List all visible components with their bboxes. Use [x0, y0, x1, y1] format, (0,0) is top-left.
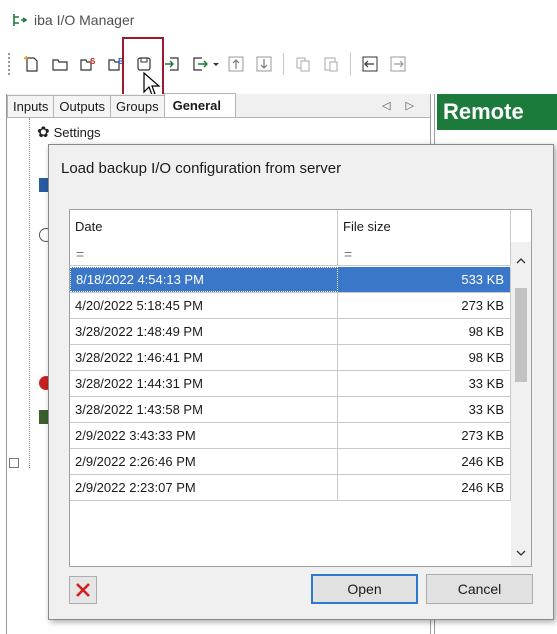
column-header-file-size[interactable]: File size [338, 210, 511, 242]
cell-size: 33 KB [338, 371, 511, 396]
cell-size: 98 KB [338, 345, 511, 370]
export-dropdown-icon[interactable] [212, 52, 220, 76]
toolbar-separator [350, 53, 351, 75]
tab-inputs[interactable]: Inputs [7, 95, 55, 117]
title-bar: iba I/O Manager [0, 0, 557, 40]
cell-size: 246 KB [338, 449, 511, 474]
load-backup-dialog: Load backup I/O configuration from serve… [48, 144, 554, 620]
table-row[interactable]: 4/20/2022 5:18:45 PM 273 KB [70, 293, 511, 319]
scroll-up-icon[interactable] [511, 252, 531, 270]
table-row[interactable]: 2/9/2022 2:23:07 PM 246 KB [70, 475, 511, 501]
open-config-icon[interactable] [48, 52, 72, 76]
table-row[interactable]: 2/9/2022 2:26:46 PM 246 KB [70, 449, 511, 475]
cell-date: 3/28/2022 1:46:41 PM [70, 345, 338, 370]
cell-size: 246 KB [338, 475, 511, 500]
filter-date[interactable]: = [70, 242, 338, 266]
app-icon [13, 14, 28, 26]
table-row[interactable]: 8/18/2022 4:54:13 PM 533 KB [70, 267, 511, 293]
tree-item-settings[interactable]: ✿ Settings [37, 122, 101, 142]
toolbar: S B [0, 44, 557, 84]
column-header-date[interactable]: Date [70, 210, 338, 242]
cell-date: 3/28/2022 1:44:31 PM [70, 371, 338, 396]
delete-backup-button[interactable] [69, 576, 97, 604]
gear-icon: ✿ [37, 124, 50, 141]
tree-expander-icon[interactable] [9, 458, 19, 468]
filter-size[interactable]: = [338, 242, 511, 266]
cell-date: 3/28/2022 1:43:58 PM [70, 397, 338, 422]
tab-general[interactable]: General [163, 93, 237, 117]
scrollbar-thumb[interactable] [515, 288, 527, 382]
cell-size: 33 KB [338, 397, 511, 422]
delete-x-icon [76, 583, 90, 597]
cell-date: 2/9/2022 2:26:46 PM [70, 449, 338, 474]
tab-scroll-arrows[interactable]: ◁ ▷ [382, 99, 420, 112]
cell-size: 273 KB [338, 423, 511, 448]
table-header: Date File size [70, 210, 511, 242]
backup-table: Date File size = = 8/18/2022 4:54:13 PM … [69, 209, 532, 567]
cell-date: 3/28/2022 1:48:49 PM [70, 319, 338, 344]
filter-row: = = [70, 242, 511, 266]
cell-size: 98 KB [338, 319, 511, 344]
toolbar-separator [283, 53, 284, 75]
scroll-down-icon[interactable] [511, 544, 531, 562]
table-row[interactable]: 3/28/2022 1:44:31 PM 33 KB [70, 371, 511, 397]
cancel-button[interactable]: Cancel [426, 574, 533, 604]
cell-date: 2/9/2022 2:23:07 PM [70, 475, 338, 500]
table-row[interactable]: 2/9/2022 3:43:33 PM 273 KB [70, 423, 511, 449]
cell-date: 2/9/2022 3:43:33 PM [70, 423, 338, 448]
svg-text:S: S [90, 57, 96, 66]
window-title: iba I/O Manager [34, 12, 135, 28]
table-row[interactable]: 3/28/2022 1:48:49 PM 98 KB [70, 319, 511, 345]
expand-icon[interactable] [386, 52, 410, 76]
dialog-title: Load backup I/O configuration from serve… [61, 160, 342, 177]
paste-icon[interactable] [319, 52, 343, 76]
open-button[interactable]: Open [311, 574, 418, 604]
table-scrollbar[interactable] [511, 242, 531, 566]
cell-date: 8/18/2022 4:54:13 PM [70, 267, 338, 292]
toolbar-grip[interactable] [8, 53, 12, 75]
cell-date: 4/20/2022 5:18:45 PM [70, 293, 338, 318]
tree-connector [29, 118, 30, 468]
collapse-icon[interactable] [358, 52, 382, 76]
tab-outputs[interactable]: Outputs [53, 95, 111, 117]
cell-size: 273 KB [338, 293, 511, 318]
table-row[interactable]: 3/28/2022 1:46:41 PM 98 KB [70, 345, 511, 371]
load-from-server-icon[interactable]: S [76, 52, 100, 76]
tree-item-label: Settings [53, 124, 101, 140]
copy-icon[interactable] [291, 52, 315, 76]
remote-header: Remote [437, 94, 557, 130]
tab-strip: Inputs Outputs Groups General ◁ ▷ [7, 93, 430, 118]
table-row[interactable]: 3/28/2022 1:43:58 PM 33 KB [70, 397, 511, 423]
table-body: 8/18/2022 4:54:13 PM 533 KB 4/20/2022 5:… [70, 267, 511, 501]
export-icon[interactable] [188, 52, 212, 76]
tab-groups[interactable]: Groups [109, 95, 165, 117]
move-up-icon[interactable] [224, 52, 248, 76]
cell-size: 533 KB [338, 267, 511, 292]
move-down-icon[interactable] [252, 52, 276, 76]
new-config-icon[interactable] [20, 52, 44, 76]
